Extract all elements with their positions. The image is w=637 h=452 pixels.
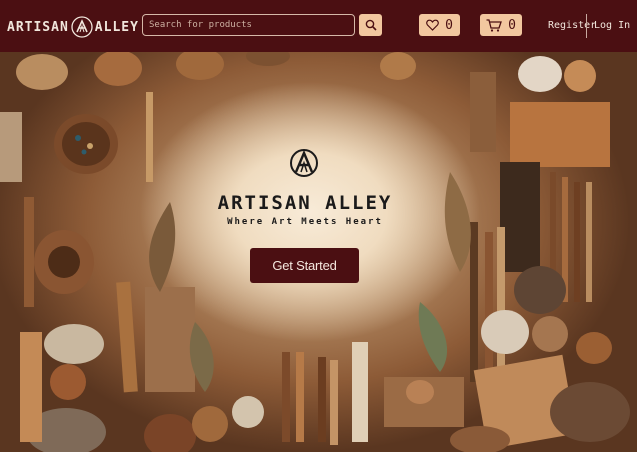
login-link[interactable]: Log In <box>594 20 630 31</box>
hero-title: ARTISAN ALLEY <box>217 192 393 214</box>
top-navbar: ARTISAN ALLEY 0 0 Register Log In <box>0 0 637 52</box>
cart-button[interactable]: 0 <box>480 14 522 36</box>
nav-divider <box>586 14 587 38</box>
cart-count: 0 <box>508 17 516 33</box>
brand-name-right: ALLEY <box>94 19 139 35</box>
search-input[interactable] <box>142 14 355 36</box>
artisan-alley-logo-icon <box>290 149 318 177</box>
wishlist-button[interactable]: 0 <box>419 14 460 36</box>
heart-icon <box>426 19 439 31</box>
search-button[interactable] <box>359 14 382 36</box>
search-icon <box>365 19 377 31</box>
get-started-button[interactable]: Get Started <box>250 248 359 283</box>
hero-tagline: Where Art Meets Heart <box>227 217 383 227</box>
brand[interactable]: ARTISAN ALLEY <box>7 16 139 38</box>
register-link[interactable]: Register <box>548 20 596 31</box>
brand-name-left: ARTISAN <box>7 19 69 35</box>
wishlist-count: 0 <box>445 17 453 33</box>
hero-banner: ARTISAN ALLEY Where Art Meets Heart Get … <box>0 52 637 452</box>
cart-icon <box>486 18 502 32</box>
artisan-alley-logo-icon <box>71 16 93 38</box>
